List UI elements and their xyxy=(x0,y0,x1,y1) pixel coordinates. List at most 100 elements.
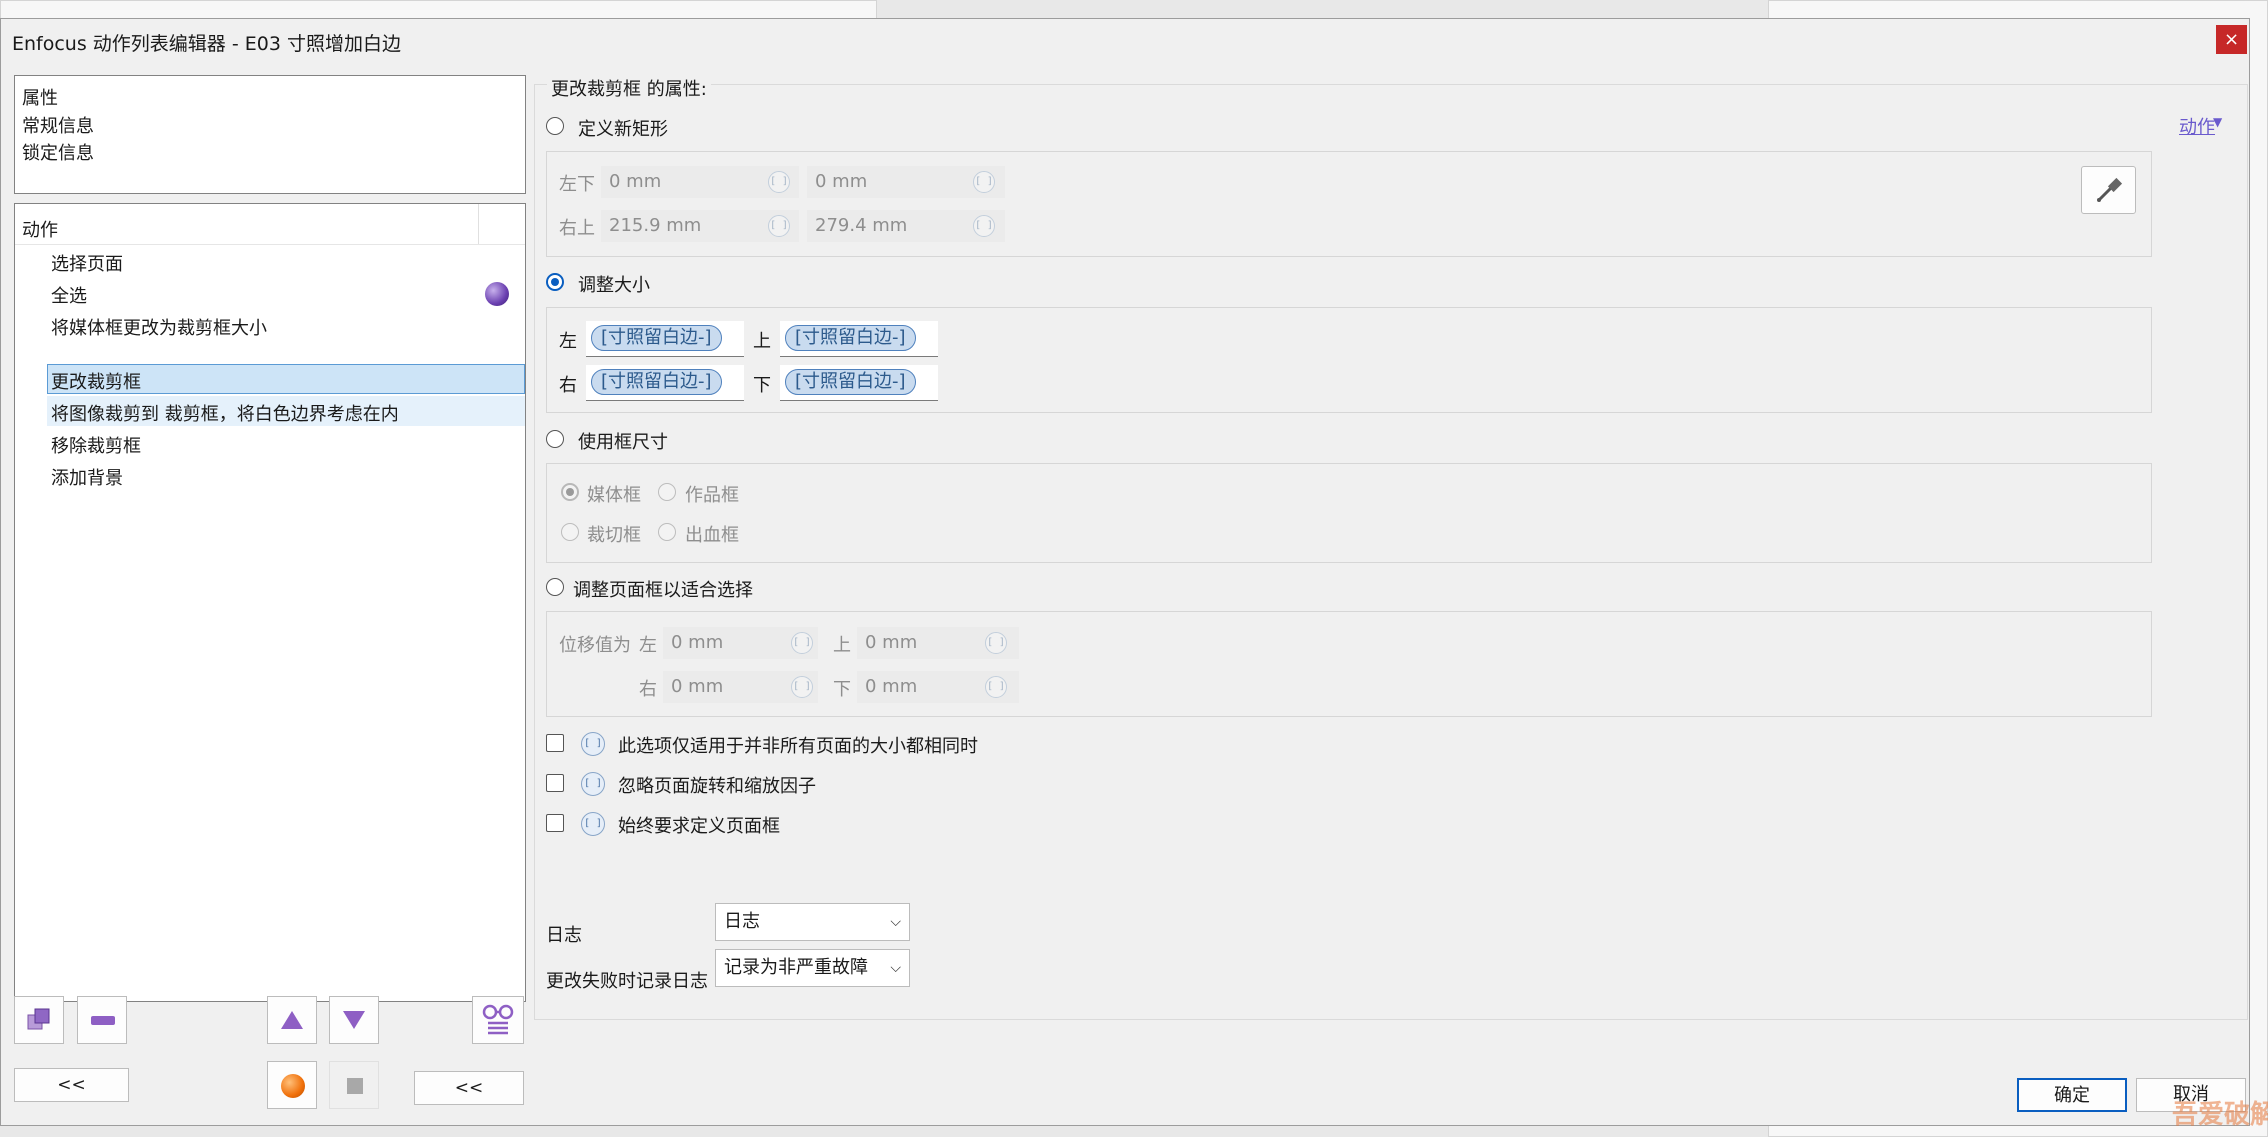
triangle-up-icon xyxy=(281,1011,303,1029)
ignore-rotation-label: 忽略页面旋转和缩放因子 xyxy=(618,776,816,797)
variable-icon[interactable]: [ ] xyxy=(973,171,995,193)
log-on-fail-select[interactable]: 记录为非严重故障 ⌵ xyxy=(715,949,910,987)
properties-header: 属性 xyxy=(22,88,58,109)
action-menu-link[interactable]: 动作 xyxy=(2179,113,2215,139)
action-item-media-to-crop[interactable]: 将媒体框更改为裁剪框大小 xyxy=(51,314,267,340)
close-button[interactable]: × xyxy=(2216,25,2247,54)
purple-gem-icon xyxy=(485,282,509,306)
use-box-group xyxy=(546,463,2152,563)
ignore-rotation-checkbox[interactable] xyxy=(546,774,564,792)
actions-header: 动作 xyxy=(22,220,58,241)
collapse-right-button[interactable]: << xyxy=(414,1071,524,1105)
stop-button[interactable] xyxy=(329,1061,379,1109)
duplicate-action-button[interactable] xyxy=(14,996,64,1044)
glasses-list-icon xyxy=(482,1004,514,1035)
not-same-size-checkbox[interactable] xyxy=(546,734,564,752)
trim-box-radio[interactable] xyxy=(561,523,579,541)
resize-left-label: 左 xyxy=(559,331,577,352)
variable-icon[interactable]: [ ] xyxy=(581,732,605,756)
section-title: 更改裁剪框 的属性: xyxy=(547,75,711,101)
variable-icon[interactable]: [ ] xyxy=(768,171,790,193)
media-box-label: 媒体框 xyxy=(587,485,641,506)
action-item-remove-crop-box[interactable]: 移除裁剪框 xyxy=(51,432,141,458)
chevron-down-icon: ⌵ xyxy=(890,914,901,930)
resize-top-label: 上 xyxy=(753,331,771,352)
move-down-button[interactable] xyxy=(329,996,379,1044)
properties-item-lock[interactable]: 锁定信息 xyxy=(22,139,94,165)
not-same-size-label: 此选项仅适用于并非所有页面的大小都相同时 xyxy=(618,736,978,757)
fit-selection-label: 调整页面框以适合选择 xyxy=(573,580,753,601)
duplicate-icon xyxy=(27,1008,50,1030)
resize-right-label: 右 xyxy=(559,375,577,396)
move-up-button[interactable] xyxy=(267,996,317,1044)
use-box-label: 使用框尺寸 xyxy=(578,432,668,453)
eyedropper-icon xyxy=(2096,177,2122,202)
chevron-down-icon: ⌵ xyxy=(890,960,901,976)
log-on-fail-value: 记录为非严重故障 xyxy=(724,957,868,978)
variable-icon[interactable]: [ ] xyxy=(973,215,995,237)
upper-right-label: 右上 xyxy=(559,218,595,239)
resize-top-token[interactable]: [寸照留白边-] xyxy=(785,325,916,351)
action-item-select-pages[interactable]: 选择页面 xyxy=(51,250,123,276)
always-define-box-label: 始终要求定义页面框 xyxy=(618,816,780,837)
resize-left-token[interactable]: [寸照留白边-] xyxy=(591,325,722,351)
media-box-radio[interactable] xyxy=(561,483,579,501)
variable-icon[interactable]: [ ] xyxy=(768,215,790,237)
window-title: Enfocus 动作列表编辑器 - E03 寸照增加白边 xyxy=(12,33,401,55)
action-item-change-crop-box[interactable]: 更改裁剪框 xyxy=(51,368,141,394)
eyedropper-button[interactable] xyxy=(2081,166,2136,214)
preview-glasses-button[interactable] xyxy=(472,996,524,1044)
offset-left-label: 左 xyxy=(639,635,657,656)
action-item-crop-image[interactable]: 将图像裁剪到 裁剪框，将白色边界考虑在内 xyxy=(51,400,399,426)
triangle-down-icon xyxy=(343,1011,365,1029)
action-list-editor-dialog: Enfocus 动作列表编辑器 - E03 寸照增加白边 × 属性 常规信息 锁… xyxy=(0,18,2250,1126)
bleed-box-label: 出血框 xyxy=(685,525,739,546)
variable-icon[interactable]: [ ] xyxy=(791,632,813,654)
stop-square-icon xyxy=(347,1078,363,1094)
offset-bottom-label: 下 xyxy=(833,679,851,700)
offset-label: 位移值为 xyxy=(559,635,631,656)
variable-icon[interactable]: [ ] xyxy=(581,772,605,796)
properties-item-general[interactable]: 常规信息 xyxy=(22,112,94,138)
collapse-left-button[interactable]: << xyxy=(14,1068,129,1102)
ok-button[interactable]: 确定 xyxy=(2017,1078,2127,1112)
offset-top-label: 上 xyxy=(833,635,851,656)
variable-icon[interactable]: [ ] xyxy=(791,676,813,698)
title-bar: Enfocus 动作列表编辑器 - E03 寸照增加白边 × xyxy=(1,19,2249,63)
variable-icon[interactable]: [ ] xyxy=(985,676,1007,698)
resize-radio[interactable] xyxy=(546,273,564,291)
bleed-box-radio[interactable] xyxy=(658,523,676,541)
resize-right-token[interactable]: [寸照留白边-] xyxy=(591,369,722,395)
log-label: 日志 xyxy=(546,925,582,946)
define-rect-radio[interactable] xyxy=(546,117,564,135)
use-box-radio[interactable] xyxy=(546,430,564,448)
variable-icon[interactable]: [ ] xyxy=(581,812,605,836)
lower-left-label: 左下 xyxy=(559,174,595,195)
actions-header-divider xyxy=(478,204,479,244)
actions-header-row xyxy=(15,204,525,245)
background-window xyxy=(0,0,877,20)
action-item-select-all[interactable]: 全选 xyxy=(51,282,87,308)
log-on-fail-label: 更改失败时记录日志 xyxy=(546,971,708,992)
watermark-logo: 吾爱破解 xyxy=(2172,1100,2268,1130)
art-box-label: 作品框 xyxy=(685,485,739,506)
action-item-add-background[interactable]: 添加背景 xyxy=(51,464,123,490)
orange-circle-icon xyxy=(281,1074,305,1098)
fit-selection-radio[interactable] xyxy=(546,578,564,596)
define-rect-label: 定义新矩形 xyxy=(578,119,668,140)
variable-icon[interactable]: [ ] xyxy=(985,632,1007,654)
properties-panel: 属性 常规信息 锁定信息 xyxy=(14,75,526,194)
run-button[interactable] xyxy=(267,1061,317,1109)
resize-bottom-token[interactable]: [寸照留白边-] xyxy=(785,369,916,395)
remove-action-button[interactable] xyxy=(77,996,127,1044)
always-define-box-checkbox[interactable] xyxy=(546,814,564,832)
minus-icon xyxy=(91,1016,115,1025)
trim-box-label: 裁切框 xyxy=(587,525,641,546)
offset-right-label: 右 xyxy=(639,679,657,700)
chevron-down-icon[interactable]: ▼ xyxy=(2213,115,2222,129)
art-box-radio[interactable] xyxy=(658,483,676,501)
resize-label: 调整大小 xyxy=(578,275,650,296)
actions-panel: 动作 选择页面 全选 将媒体框更改为裁剪框大小 更改裁剪框 将图像裁剪到 裁剪框… xyxy=(14,203,526,1002)
log-select[interactable]: 日志 ⌵ xyxy=(715,903,910,941)
resize-bottom-label: 下 xyxy=(753,375,771,396)
